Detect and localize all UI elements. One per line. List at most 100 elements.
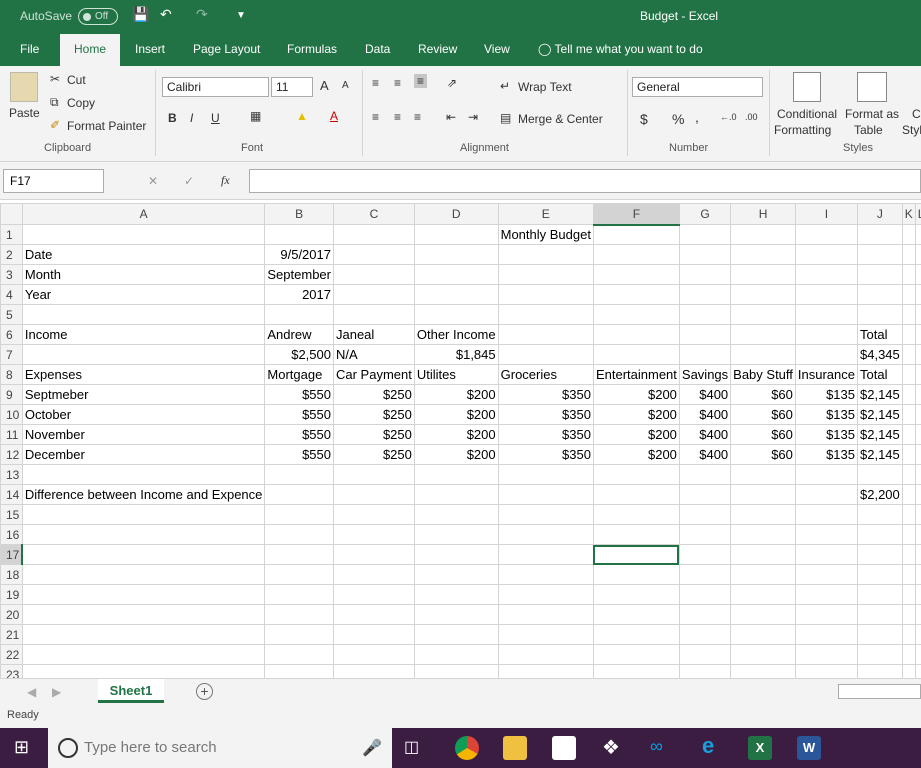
tab-file[interactable]: File: [20, 42, 39, 56]
cell-d23[interactable]: [413, 664, 499, 678]
cell-a7[interactable]: [21, 344, 266, 365]
cell-c7[interactable]: N/A: [332, 344, 415, 365]
cell-g5[interactable]: [678, 304, 732, 325]
row-header[interactable]: 18: [0, 564, 23, 585]
cell-b1[interactable]: [264, 224, 334, 245]
cell-c2[interactable]: [332, 244, 415, 265]
cell-a20[interactable]: [21, 604, 266, 625]
cell-i23[interactable]: [794, 664, 859, 678]
cell-c20[interactable]: [332, 604, 415, 625]
customize-qat-icon[interactable]: ▼: [236, 10, 246, 21]
cell-g18[interactable]: [678, 564, 732, 585]
cell-g8[interactable]: Savings: [678, 364, 732, 385]
cell-f18[interactable]: [592, 564, 680, 585]
cell-b12[interactable]: $550: [264, 444, 334, 465]
merge-center-button[interactable]: Merge & Center: [518, 112, 603, 126]
cell-b3[interactable]: September: [264, 264, 334, 285]
cell-e5[interactable]: [497, 304, 594, 325]
cell-g3[interactable]: [678, 264, 732, 285]
cell-g20[interactable]: [678, 604, 732, 625]
cell-f17[interactable]: [592, 544, 680, 565]
cell-h22[interactable]: [730, 644, 796, 665]
cell-j2[interactable]: [857, 244, 903, 265]
cell-c18[interactable]: [332, 564, 415, 585]
cell-a13[interactable]: [21, 464, 266, 485]
cell-k12[interactable]: [901, 444, 916, 465]
cell-j9[interactable]: $2,145: [857, 384, 903, 405]
row-header[interactable]: 1: [0, 224, 23, 245]
cell-i15[interactable]: [794, 504, 859, 525]
cell-b9[interactable]: $550: [264, 384, 334, 405]
cell-f5[interactable]: [592, 304, 680, 325]
cell-l22[interactable]: [914, 644, 921, 665]
cell-e3[interactable]: [497, 264, 594, 285]
cell-i6[interactable]: [794, 324, 859, 345]
cell-e16[interactable]: [497, 524, 594, 545]
cell-b18[interactable]: [264, 564, 334, 585]
cell-d5[interactable]: [413, 304, 499, 325]
cell-k4[interactable]: [901, 284, 916, 305]
cell-d19[interactable]: [413, 584, 499, 605]
cell-f16[interactable]: [592, 524, 680, 545]
cell-h20[interactable]: [730, 604, 796, 625]
cell-d9[interactable]: $200: [413, 384, 499, 405]
cell-h3[interactable]: [730, 264, 796, 285]
cell-d8[interactable]: Utilites: [413, 364, 499, 385]
cell-i11[interactable]: $135: [794, 424, 859, 445]
cell-i3[interactable]: [794, 264, 859, 285]
cell-k1[interactable]: [901, 224, 916, 245]
cell-g9[interactable]: $400: [678, 384, 732, 405]
format-painter-button[interactable]: Format Painter: [67, 119, 146, 133]
cell-k16[interactable]: [901, 524, 916, 545]
row-header[interactable]: 6: [0, 324, 23, 345]
cell-l16[interactable]: [914, 524, 921, 545]
cell-g12[interactable]: $400: [678, 444, 732, 465]
cell-k23[interactable]: [901, 664, 916, 678]
italic-icon[interactable]: I: [190, 111, 193, 125]
cell-h16[interactable]: [730, 524, 796, 545]
increase-indent-icon[interactable]: ⇥: [468, 110, 478, 124]
undo-icon[interactable]: ↶: [160, 6, 172, 23]
cell-i16[interactable]: [794, 524, 859, 545]
cell-e7[interactable]: [497, 344, 594, 365]
cell-b5[interactable]: [264, 304, 334, 325]
cell-h4[interactable]: [730, 284, 796, 305]
cell-c14[interactable]: [332, 484, 415, 505]
cell-d13[interactable]: [413, 464, 499, 485]
decrease-font-icon[interactable]: A: [342, 80, 349, 91]
cell-g15[interactable]: [678, 504, 732, 525]
cell-g21[interactable]: [678, 624, 732, 645]
cell-c10[interactable]: $250: [332, 404, 415, 425]
save-icon[interactable]: 💾: [132, 6, 149, 23]
cell-l18[interactable]: [914, 564, 921, 585]
cell-b10[interactable]: $550: [264, 404, 334, 425]
cell-c23[interactable]: [332, 664, 415, 678]
cell-d3[interactable]: [413, 264, 499, 285]
cell-a1[interactable]: [21, 224, 266, 245]
cell-e15[interactable]: [497, 504, 594, 525]
word-icon[interactable]: W: [797, 736, 821, 760]
cell-j8[interactable]: Total: [857, 364, 903, 385]
cell-l5[interactable]: [914, 304, 921, 325]
cell-d18[interactable]: [413, 564, 499, 585]
cell-c22[interactable]: [332, 644, 415, 665]
file-explorer-icon[interactable]: [503, 736, 527, 760]
cell-c15[interactable]: [332, 504, 415, 525]
row-header[interactable]: 16: [0, 524, 23, 545]
cell-j3[interactable]: [857, 264, 903, 285]
column-header-g[interactable]: G: [678, 203, 732, 225]
cell-k21[interactable]: [901, 624, 916, 645]
align-top-icon[interactable]: ≡: [372, 76, 379, 90]
cell-d20[interactable]: [413, 604, 499, 625]
cell-i10[interactable]: $135: [794, 404, 859, 425]
orientation-icon[interactable]: ⇗: [447, 76, 457, 90]
align-right-icon[interactable]: ≡: [414, 110, 421, 124]
cell-f10[interactable]: $200: [592, 404, 680, 425]
paste-button[interactable]: Paste: [9, 106, 40, 120]
cell-g4[interactable]: [678, 284, 732, 305]
bold-icon[interactable]: B: [168, 111, 177, 125]
tab-insert[interactable]: Insert: [135, 42, 165, 56]
row-header[interactable]: 14: [0, 484, 23, 505]
cell-d15[interactable]: [413, 504, 499, 525]
cell-h23[interactable]: [730, 664, 796, 678]
